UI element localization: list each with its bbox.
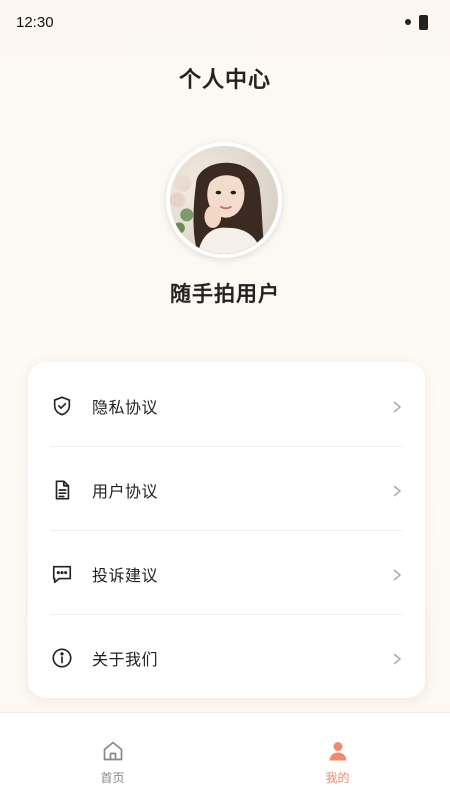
menu-item-user-agreement[interactable]: 用户协议: [28, 448, 425, 532]
document-icon: [50, 478, 74, 502]
tab-home[interactable]: 首页: [0, 713, 225, 800]
menu-item-feedback[interactable]: 投诉建议: [28, 532, 425, 616]
menu-item-label: 用户协议: [92, 482, 159, 501]
user-icon: [326, 739, 350, 763]
home-icon: [101, 739, 125, 763]
divider: [50, 614, 402, 615]
menu-card: 隐私协议 用户协议 投诉建议 关于我们: [28, 362, 425, 698]
page-title: 个人中心: [178, 68, 271, 93]
chevron-right-icon: [391, 567, 403, 581]
avatar-image: [170, 146, 278, 254]
message-icon: [50, 562, 74, 586]
avatar[interactable]: [166, 142, 282, 258]
status-time: 12:30: [16, 13, 54, 31]
battery-icon: [419, 14, 428, 30]
status-bar: 12:30: [0, 0, 450, 44]
menu-item-label: 隐私协议: [92, 398, 159, 417]
status-icons: [405, 14, 428, 30]
menu-item-label: 关于我们: [92, 650, 159, 669]
username: 随手拍用户: [170, 282, 280, 306]
tab-label: 我的: [325, 771, 350, 785]
notification-dot-icon: [405, 19, 411, 25]
divider: [50, 446, 402, 447]
chevron-right-icon: [391, 651, 403, 665]
tab-mine[interactable]: 我的: [225, 713, 450, 800]
shield-check-icon: [50, 394, 74, 418]
tab-bar: 首页 我的: [0, 712, 450, 800]
divider: [50, 530, 402, 531]
chevron-right-icon: [391, 399, 403, 413]
chevron-right-icon: [391, 483, 403, 497]
profile-screen: 12:30 个人中心 随手拍用户 隐私协议 用户协议 投诉建议 关于我们 首页 …: [0, 0, 450, 800]
info-icon: [50, 646, 74, 670]
menu-item-label: 投诉建议: [92, 566, 159, 585]
tab-label: 首页: [100, 771, 125, 785]
menu-item-about-us[interactable]: 关于我们: [28, 616, 425, 700]
menu-item-privacy-policy[interactable]: 隐私协议: [28, 364, 425, 448]
